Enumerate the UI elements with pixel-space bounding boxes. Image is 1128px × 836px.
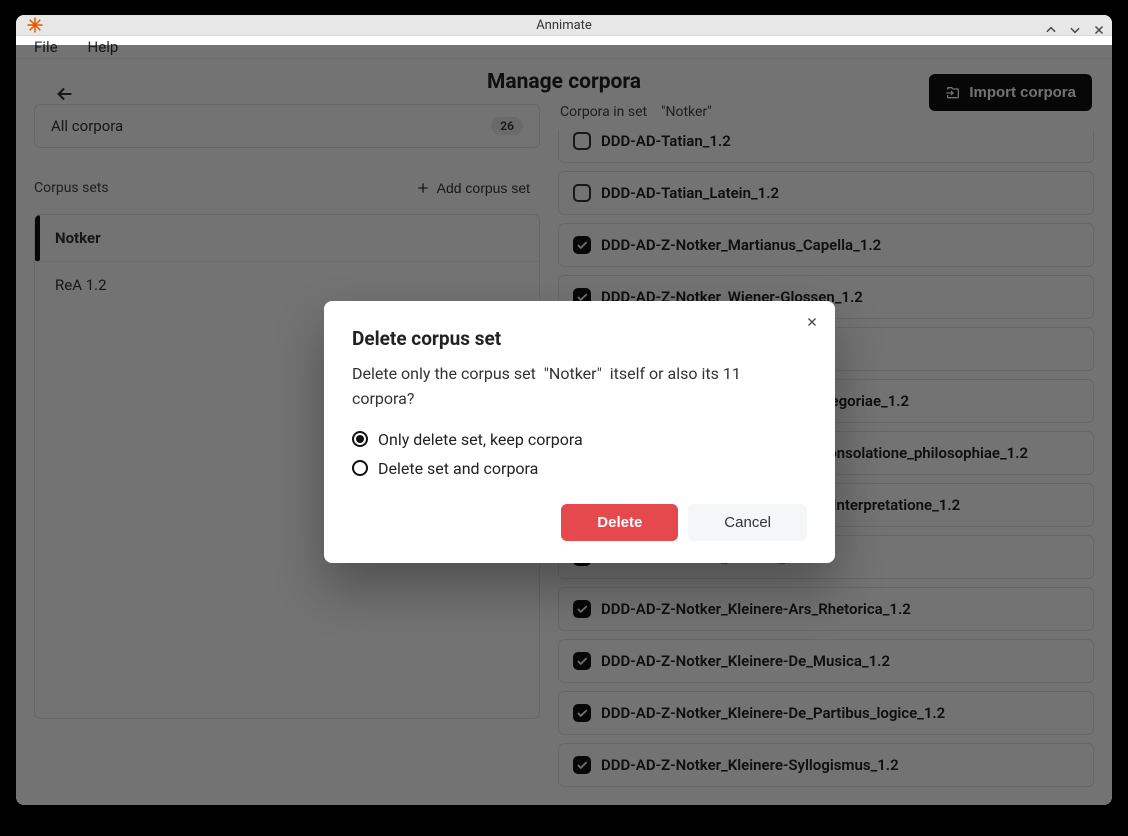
maximize-icon[interactable] — [1068, 23, 1082, 37]
titlebar: Annimate — [16, 15, 1112, 36]
radio-delete-corpora[interactable]: Delete set and corpora — [352, 459, 807, 478]
window-title: Annimate — [16, 18, 1112, 33]
close-icon — [805, 315, 819, 329]
app-icon — [26, 16, 44, 34]
cancel-button[interactable]: Cancel — [688, 504, 807, 541]
radio-delete-label: Delete set and corpora — [378, 459, 538, 478]
radio-keep-label: Only delete set, keep corpora — [378, 430, 583, 449]
radio-keep-corpora[interactable]: Only delete set, keep corpora — [352, 430, 807, 449]
radio-icon — [352, 460, 368, 476]
radio-icon — [352, 431, 368, 447]
delete-button[interactable]: Delete — [561, 504, 678, 541]
minimize-icon[interactable] — [1044, 23, 1058, 37]
app-window: Annimate File Help Manage corpora — [16, 15, 1112, 805]
modal-title: Delete corpus set — [352, 327, 807, 350]
close-icon[interactable] — [1092, 23, 1106, 37]
modal-radio-group: Only delete set, keep corpora Delete set… — [352, 430, 807, 478]
desktop-frame: Annimate File Help Manage corpora — [0, 0, 1128, 836]
modal-actions: Delete Cancel — [352, 504, 807, 541]
modal-body: Delete only the corpus set "Notker" itse… — [352, 362, 807, 412]
delete-set-modal: Delete corpus set Delete only the corpus… — [324, 301, 835, 563]
modal-close-button[interactable] — [801, 311, 823, 333]
